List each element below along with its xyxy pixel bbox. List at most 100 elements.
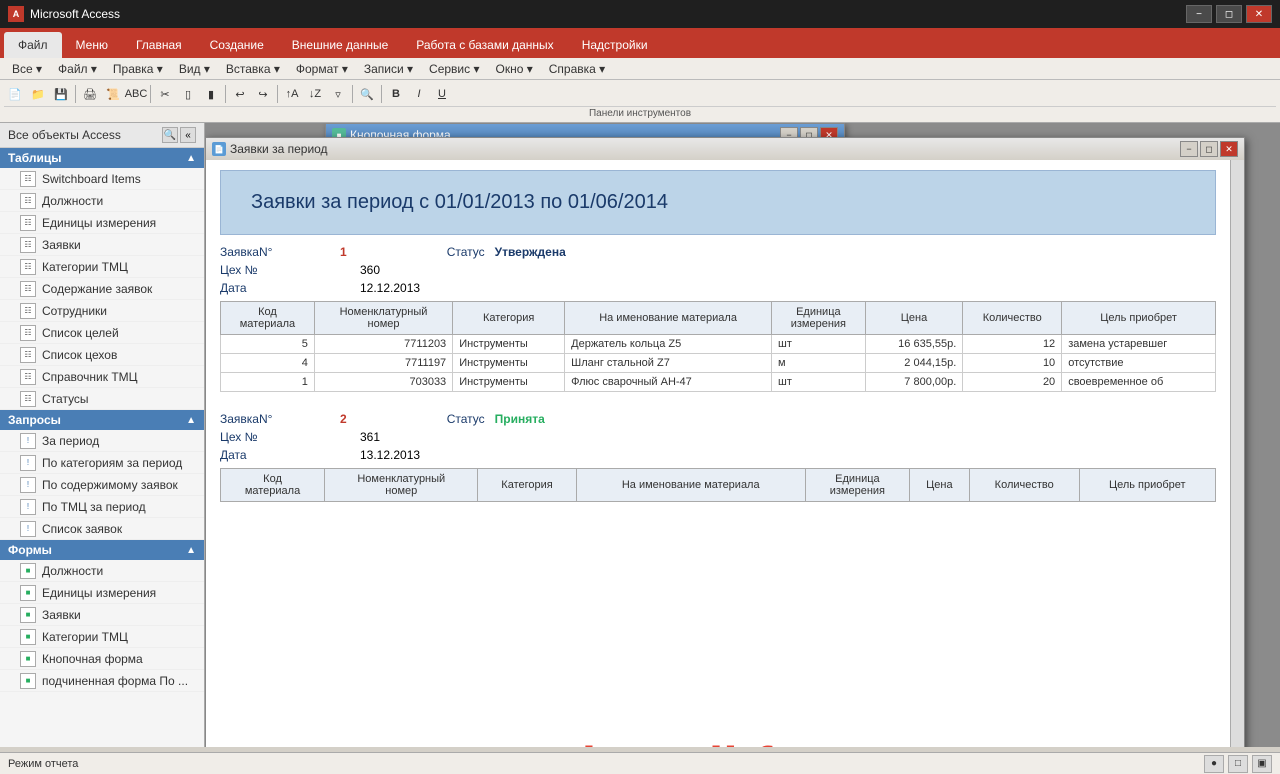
sidebar-form-kategorii[interactable]: ■ Категории ТМЦ (0, 626, 204, 648)
col-tsel-2: Цель приобрет (1079, 469, 1215, 502)
sidebar-item-soderzhanie[interactable]: ☷ Содержание заявок (0, 278, 204, 300)
sidebar-item-spravochnik[interactable]: ☷ Справочник ТМЦ (0, 366, 204, 388)
menu-all[interactable]: Все ▾ (4, 58, 50, 80)
main-layout: Все объекты Access 🔍 « Таблицы ▲ ☷ Switc… (0, 123, 1280, 747)
tb-sep-1 (75, 85, 76, 103)
sidebar-form-podchinen[interactable]: ■ подчиненная форма По ... (0, 670, 204, 692)
cell-kod-1: 5 (221, 335, 315, 354)
sidebar-form-knopchnaya[interactable]: ■ Кнопочная форма (0, 648, 204, 670)
sidebar-item-kategorii[interactable]: ☷ Категории ТМЦ (0, 256, 204, 278)
report-icon: 📄 (212, 142, 226, 156)
tb-redo[interactable]: ↪ (252, 83, 274, 105)
tab-create[interactable]: Создание (196, 32, 278, 58)
menu-records[interactable]: Записи ▾ (356, 58, 421, 80)
tb-filter[interactable]: ▿ (327, 83, 349, 105)
sidebar-item-switchboard[interactable]: ☷ Switchboard Items (0, 168, 204, 190)
tb-sort-asc[interactable]: ↑A (281, 83, 303, 105)
sidebar-item-po-kategoriyam[interactable]: ! По категориям за период (0, 452, 204, 474)
sidebar-section-queries-header[interactable]: Запросы ▲ (0, 410, 204, 430)
sidebar-item-za-period[interactable]: ! За период (0, 430, 204, 452)
report-title: Заявки за период с 01/01/2013 по 01/06/2… (251, 191, 1185, 214)
app-tsekh-label-1: Цех № (220, 263, 320, 277)
cell-tsel-2: отсутствие (1062, 354, 1216, 373)
sidebar-item-po-soderzhimomu[interactable]: ! По содержимому заявок (0, 474, 204, 496)
form-icon-2: ■ (20, 585, 36, 601)
sidebar-item-dolzhnosti[interactable]: ☷ Должности (0, 190, 204, 212)
tb-copy[interactable]: ▯ (177, 83, 199, 105)
app-block-1: ЗаявкаN° 1 Статус Утверждена Цех № 360 Д… (220, 245, 1216, 392)
tab-addons[interactable]: Надстройки (568, 32, 662, 58)
close-btn[interactable]: ✕ (1246, 5, 1272, 23)
app-icon: A (8, 6, 24, 22)
tb-u[interactable]: U (431, 83, 453, 105)
tb-open[interactable]: 📁 (27, 83, 49, 105)
status-bar: Режим отчета ● □ ▣ (0, 752, 1280, 774)
tb-undo[interactable]: ↩ (229, 83, 251, 105)
tb-save[interactable]: 💾 (50, 83, 72, 105)
table-icon-3: ☷ (20, 215, 36, 231)
tab-database[interactable]: Работа с базами данных (402, 32, 567, 58)
restore-btn[interactable]: ◻ (1216, 5, 1242, 23)
tb-find[interactable]: 🔍 (356, 83, 378, 105)
menu-file[interactable]: Файл ▾ (50, 58, 105, 80)
report-restore[interactable]: ◻ (1200, 141, 1218, 157)
tab-menu[interactable]: Меню (62, 32, 122, 58)
minimize-btn[interactable]: − (1186, 5, 1212, 23)
sidebar-form-edinitsy[interactable]: ■ Единицы измерения (0, 582, 204, 604)
app-status-value-1: Утверждена (495, 245, 566, 259)
menu-insert[interactable]: Вставка ▾ (218, 58, 288, 80)
sidebar-item-spisok-zayavok[interactable]: ! Список заявок (0, 518, 204, 540)
sidebar-item-zayavki[interactable]: ☷ Заявки (0, 234, 204, 256)
sidebar-section-forms-header[interactable]: Формы ▲ (0, 540, 204, 560)
title-bar-left: A Microsoft Access (8, 6, 120, 22)
status-icon-2[interactable]: □ (1228, 755, 1248, 773)
sidebar-section-tables-header[interactable]: Таблицы ▲ (0, 148, 204, 168)
form-icon-4: ■ (20, 629, 36, 645)
sidebar-form-dolzhnosti[interactable]: ■ Должности (0, 560, 204, 582)
sidebar-item-sotrudniki[interactable]: ☷ Сотрудники (0, 300, 204, 322)
form-icon-5: ■ (20, 651, 36, 667)
tab-file[interactable]: Файл (4, 32, 62, 58)
tb-new[interactable]: 📄 (4, 83, 26, 105)
sidebar-item-statusy[interactable]: ☷ Статусы (0, 388, 204, 410)
tb-print[interactable]: 🖨 (79, 83, 101, 105)
tb-sep-3 (225, 85, 226, 103)
sidebar-item-spisok-tseley[interactable]: ☷ Список целей (0, 322, 204, 344)
tb-spell[interactable]: ABC (125, 83, 147, 105)
sidebar-pin-btn[interactable]: « (180, 127, 196, 143)
menu-format[interactable]: Формат ▾ (288, 58, 356, 80)
sidebar-search-btn[interactable]: 🔍 (162, 127, 178, 143)
col-kategoriya: Категория (453, 302, 565, 335)
tb-i[interactable]: I (408, 83, 430, 105)
tb-sort-desc[interactable]: ↓Z (304, 83, 326, 105)
menu-window[interactable]: Окно ▾ (487, 58, 540, 80)
status-icon-1[interactable]: ● (1204, 755, 1224, 773)
cell-ed-3: шт (772, 373, 866, 392)
report-minimize[interactable]: − (1180, 141, 1198, 157)
sidebar-item-spisok-tsekhov[interactable]: ☷ Список цехов (0, 344, 204, 366)
sidebar-form-zayavki[interactable]: ■ Заявки (0, 604, 204, 626)
cell-ed-1: шт (772, 335, 866, 354)
menu-view[interactable]: Вид ▾ (171, 58, 218, 80)
sidebar-item-edinitsy[interactable]: ☷ Единицы измерения (0, 212, 204, 234)
cell-tsena-1: 16 635,55р. (865, 335, 963, 354)
tb-paste[interactable]: ▮ (200, 83, 222, 105)
menu-edit[interactable]: Правка ▾ (105, 58, 171, 80)
app-info-row-date-1: Дата 12.12.2013 (220, 281, 1216, 295)
app-number-value-2: 2 (340, 412, 347, 426)
report-content[interactable]: Заявки за период с 01/01/2013 по 01/06/2… (206, 160, 1244, 747)
menu-help[interactable]: Справка ▾ (541, 58, 613, 80)
tab-home[interactable]: Главная (122, 32, 196, 58)
tb-b[interactable]: B (385, 83, 407, 105)
tab-external[interactable]: Внешние данные (278, 32, 403, 58)
tb-print-preview[interactable]: 📜 (102, 83, 124, 105)
tb-cut[interactable]: ✂ (154, 83, 176, 105)
status-icon-3[interactable]: ▣ (1252, 755, 1272, 773)
report-close[interactable]: ✕ (1220, 141, 1238, 157)
sidebar-item-po-tmts[interactable]: ! По ТМЦ за период (0, 496, 204, 518)
table-icon-5: ☷ (20, 259, 36, 275)
col-tsena: Цена (865, 302, 963, 335)
tb-sep-2 (150, 85, 151, 103)
menu-service[interactable]: Сервис ▾ (421, 58, 487, 80)
report-scrollbar-v[interactable] (1230, 160, 1244, 747)
